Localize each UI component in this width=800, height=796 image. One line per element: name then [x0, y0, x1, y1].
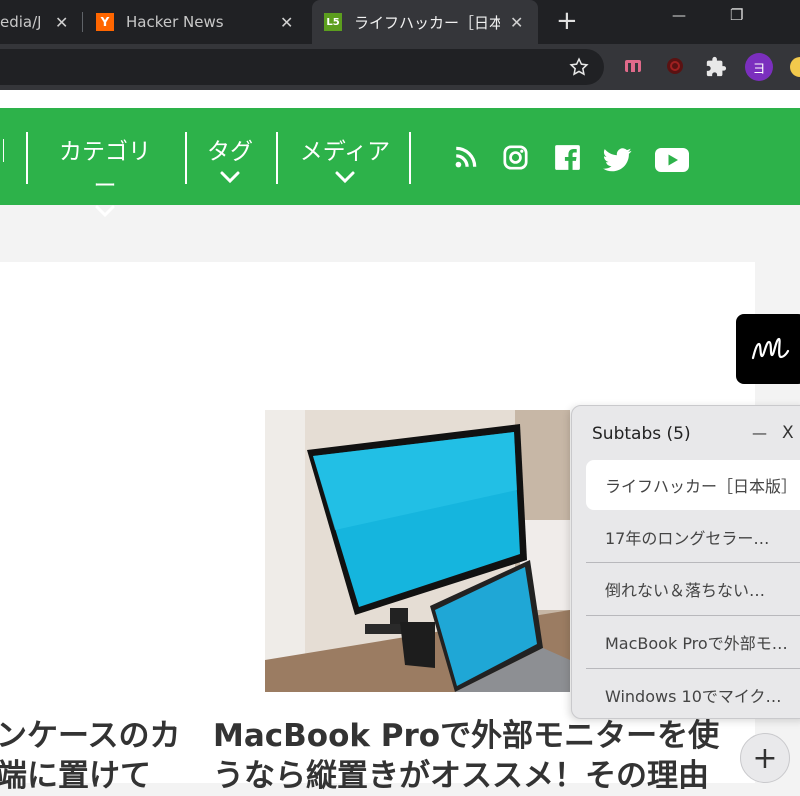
article-headline-left[interactable]: ンケースのカ 端に置けて — [0, 716, 180, 796]
tab-label: edia/Ja — [0, 13, 40, 31]
tab-lifehacker[interactable]: L5 ライフハッカー［日本版］ ✕ — [312, 0, 538, 44]
twitter-icon[interactable] — [603, 148, 632, 172]
nav-divider — [26, 132, 28, 184]
minimize-window-button[interactable]: — — [672, 8, 686, 24]
nav-divider — [409, 132, 411, 184]
tab-label: ライフハッカー［日本版］ — [354, 13, 500, 32]
nav-item-media[interactable]: メディア — [298, 132, 392, 184]
subtabs-title: Subtabs (5) — [592, 424, 691, 444]
article-headline-main[interactable]: MacBook Proで外部モニターを使 うなら縦置きがオススメ！その理由 — [213, 716, 719, 796]
tab-separator — [82, 12, 83, 32]
extension-red-icon[interactable] — [664, 55, 686, 77]
address-bar[interactable] — [0, 49, 604, 85]
tab-hacker-news[interactable]: Y Hacker News ✕ — [96, 0, 306, 44]
nav-item-tag[interactable]: タグ — [204, 132, 256, 184]
subtab-divider — [586, 668, 800, 669]
restore-window-button[interactable]: ❐ — [730, 6, 743, 24]
headline-line: MacBook Proで外部モニターを使 — [213, 718, 720, 754]
monitor-photo-icon — [265, 410, 570, 692]
subtab-item[interactable]: 17年のロングセラー… — [586, 512, 800, 562]
rss-icon[interactable] — [453, 144, 479, 170]
subtabs-minimize-button[interactable]: — — [752, 424, 767, 442]
chevron-down-icon — [220, 171, 240, 184]
headline-line: 端に置けて — [0, 758, 151, 794]
subtab-divider — [586, 562, 800, 563]
nav-divider — [276, 132, 278, 184]
hacker-news-favicon-icon: Y — [96, 13, 114, 31]
nav-item-category[interactable]: カテゴリー — [48, 132, 162, 218]
subtab-divider — [586, 615, 800, 616]
site-nav-bar: ｜ カテゴリー タグ メディア — [0, 108, 800, 218]
close-icon[interactable]: ✕ — [280, 13, 293, 32]
subtabs-close-button[interactable]: X — [782, 423, 794, 443]
youtube-icon[interactable] — [655, 148, 689, 172]
update-badge-icon[interactable] — [790, 57, 800, 77]
avatar-initial: ヨ — [752, 61, 766, 77]
nav-divider — [185, 132, 187, 184]
subtab-item[interactable]: Windows 10でマイク… — [586, 670, 800, 720]
subtabs-panel: Subtabs (5) — X ライフハッカー［日本版］ 17年のロングセラー…… — [571, 405, 800, 719]
profile-avatar[interactable]: ヨ — [745, 53, 773, 81]
subtab-item[interactable]: 倒れない＆落ちない… — [586, 564, 800, 614]
chevron-down-icon — [95, 205, 115, 218]
chevron-down-icon — [335, 171, 355, 184]
headline-line: うなら縦置きがオススメ！その理由 — [213, 758, 709, 794]
article-thumbnail[interactable] — [265, 410, 570, 692]
plus-icon: + — [752, 740, 778, 776]
ml-logo-button[interactable] — [736, 314, 800, 384]
new-tab-button[interactable]: + — [556, 6, 578, 36]
subtab-item[interactable]: ライフハッカー［日本版］ — [586, 460, 800, 510]
nav-item-label: タグ — [207, 139, 253, 165]
facebook-icon[interactable] — [554, 144, 581, 171]
tab-label: Hacker News — [126, 13, 224, 31]
ml-logo-icon — [751, 337, 790, 360]
add-subtab-button[interactable]: + — [740, 733, 790, 783]
close-icon[interactable]: ✕ — [510, 13, 523, 32]
nav-item-label: カテゴリー — [59, 139, 151, 199]
site-top-strip — [0, 90, 800, 108]
browser-tab-strip: edia/Ja ✕ Y Hacker News ✕ L5 ライフハッカー［日本版… — [0, 0, 800, 44]
subtab-item[interactable]: MacBook Proで外部モ… — [586, 617, 800, 667]
instagram-icon[interactable] — [502, 144, 529, 171]
bookmark-star-icon[interactable] — [569, 57, 589, 77]
close-icon[interactable]: ✕ — [55, 13, 68, 32]
extension-pink-icon[interactable] — [622, 55, 644, 77]
nav-item-label: メディア — [299, 139, 391, 165]
headline-line: ンケースのカ — [0, 718, 181, 754]
browser-toolbar: ヨ — [0, 44, 800, 90]
tab-wikipedia[interactable]: edia/Ja ✕ — [0, 0, 80, 44]
lifehacker-favicon-icon: L5 — [324, 13, 342, 31]
nav-partial-item[interactable]: ｜ — [0, 132, 15, 166]
extensions-puzzle-icon[interactable] — [704, 55, 728, 79]
